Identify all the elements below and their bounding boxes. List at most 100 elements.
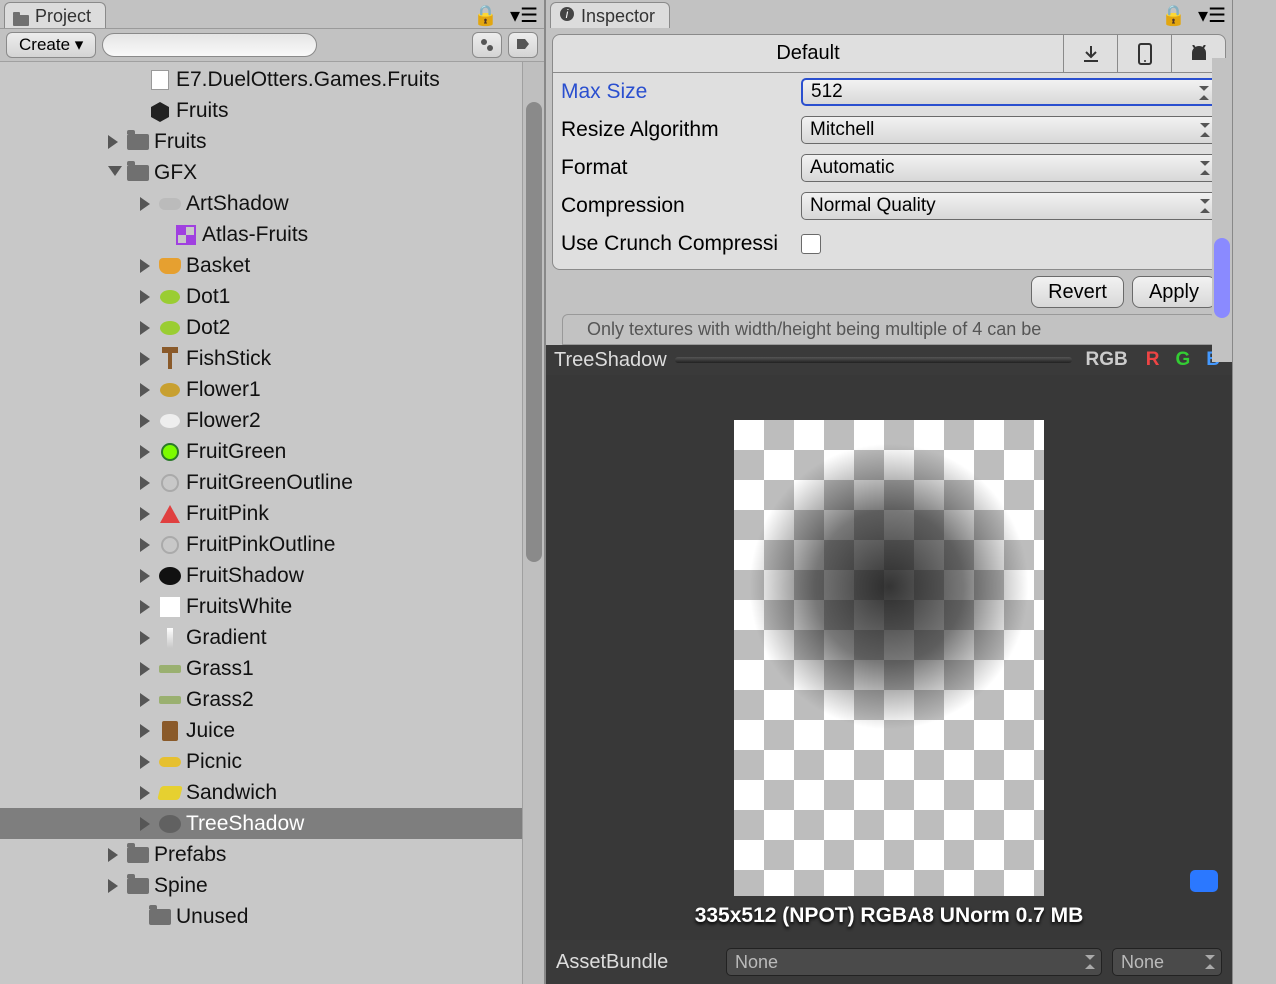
tree-item-picnic[interactable]: Picnic <box>0 746 544 777</box>
expand-arrow-icon[interactable] <box>140 476 154 490</box>
expand-arrow-icon[interactable] <box>108 166 122 180</box>
expand-arrow-icon[interactable] <box>140 817 154 831</box>
tree-item-label: FishStick <box>186 347 271 371</box>
menu-icon[interactable]: ▾☰ <box>1192 3 1232 28</box>
lock-icon[interactable]: 🔒 <box>467 3 504 28</box>
expand-arrow-icon[interactable] <box>140 631 154 645</box>
expand-arrow-icon[interactable] <box>140 290 154 304</box>
tree-item-flower1[interactable]: Flower1 <box>0 374 544 405</box>
tree-item-fruitpink[interactable]: FruitPink <box>0 498 544 529</box>
tree-item-gfx[interactable]: GFX <box>0 157 544 188</box>
assetbundle-select[interactable]: None <box>726 948 1102 976</box>
channel-g[interactable]: G <box>1171 349 1194 371</box>
platform-tab-ios[interactable] <box>1117 35 1171 72</box>
tree-item-artshadow[interactable]: ArtShadow <box>0 188 544 219</box>
tree-item-sandwich[interactable]: Sandwich <box>0 777 544 808</box>
inspector-tab[interactable]: i Inspector <box>550 2 670 28</box>
dot-icon <box>158 286 182 308</box>
asset-label-icon[interactable] <box>1190 870 1218 892</box>
expand-arrow-icon[interactable] <box>140 414 154 428</box>
expand-arrow-icon[interactable] <box>140 445 154 459</box>
platform-tab-standalone[interactable] <box>1063 35 1117 72</box>
tree-item-fruitpinkoutline[interactable]: FruitPinkOutline <box>0 529 544 560</box>
expand-arrow-icon[interactable] <box>140 197 154 211</box>
project-tab[interactable]: Project <box>4 2 106 28</box>
expand-arrow-icon[interactable] <box>140 786 154 800</box>
tree-item-fruitswhite[interactable]: FruitsWhite <box>0 591 544 622</box>
tree-item-juice[interactable]: Juice <box>0 715 544 746</box>
tree-item-fruitgreen[interactable]: FruitGreen <box>0 436 544 467</box>
tree-item-e7.duelotters.games.fruits[interactable]: E7.DuelOtters.Games.Fruits <box>0 64 544 95</box>
tree-item-basket[interactable]: Basket <box>0 250 544 281</box>
tree-item-unused[interactable]: Unused <box>0 901 544 932</box>
dot-icon <box>158 317 182 339</box>
tree-item-prefabs[interactable]: Prefabs <box>0 839 544 870</box>
scrollbar-vertical[interactable] <box>522 62 544 984</box>
expand-arrow-icon[interactable] <box>108 879 122 893</box>
expand-arrow-icon[interactable] <box>140 352 154 366</box>
compression-label: Compression <box>561 194 791 218</box>
tree-item-label: Fruits <box>176 99 229 123</box>
tree-item-grass1[interactable]: Grass1 <box>0 653 544 684</box>
tree-item-fruits[interactable]: Fruits <box>0 95 544 126</box>
filter-by-label-button[interactable] <box>508 32 538 58</box>
tree-item-label: FruitPinkOutline <box>186 533 335 557</box>
expand-arrow-icon[interactable] <box>140 600 154 614</box>
scrollbar-thumb[interactable] <box>526 102 542 562</box>
crunch-checkbox[interactable] <box>801 234 821 254</box>
tree-item-grass2[interactable]: Grass2 <box>0 684 544 715</box>
expand-arrow-icon[interactable] <box>140 724 154 738</box>
folder-icon <box>126 162 150 184</box>
tree-item-fruitshadow[interactable]: FruitShadow <box>0 560 544 591</box>
expand-arrow-icon <box>156 228 170 242</box>
menu-icon[interactable]: ▾☰ <box>504 3 544 28</box>
expand-arrow-icon[interactable] <box>140 507 154 521</box>
channel-r[interactable]: R <box>1142 349 1164 371</box>
tree-item-treeshadow[interactable]: TreeShadow <box>0 808 544 839</box>
revert-button[interactable]: Revert <box>1031 276 1124 308</box>
tree-item-label: Dot1 <box>186 285 230 309</box>
resize-select[interactable]: Mitchell <box>801 116 1217 144</box>
stick-icon <box>158 348 182 370</box>
expand-arrow-icon[interactable] <box>140 321 154 335</box>
expand-arrow-icon[interactable] <box>140 259 154 273</box>
tree-item-fruitgreenoutline[interactable]: FruitGreenOutline <box>0 467 544 498</box>
platform-tab-default[interactable]: Default <box>553 35 1063 72</box>
texture-preview[interactable]: 335x512 (NPOT) RGBA8 UNorm 0.7 MB <box>546 375 1232 940</box>
filter-by-type-button[interactable] <box>472 32 502 58</box>
rgb-toggle[interactable]: RGB <box>1080 349 1134 371</box>
tree-item-spine[interactable]: Spine <box>0 870 544 901</box>
expand-arrow-icon[interactable] <box>140 383 154 397</box>
expand-arrow-icon[interactable] <box>108 135 122 149</box>
tree-item-fishstick[interactable]: FishStick <box>0 343 544 374</box>
tree-item-atlas-fruits[interactable]: Atlas-Fruits <box>0 219 544 250</box>
expand-arrow-icon[interactable] <box>140 693 154 707</box>
preview-drag-handle[interactable] <box>675 357 1072 363</box>
tree-item-label: Atlas-Fruits <box>202 223 308 247</box>
scrollbar-thumb[interactable] <box>1214 238 1230 318</box>
inspector-tabbar: i Inspector 🔒 ▾☰ <box>546 0 1232 28</box>
tree-item-flower2[interactable]: Flower2 <box>0 405 544 436</box>
scrollbar-vertical[interactable] <box>1212 58 1232 362</box>
expand-arrow-icon[interactable] <box>140 662 154 676</box>
max-size-select[interactable]: 512 <box>801 78 1217 106</box>
assetbundle-variant-select[interactable]: None <box>1112 948 1222 976</box>
tree-item-dot2[interactable]: Dot2 <box>0 312 544 343</box>
flower2-icon <box>158 410 182 432</box>
expand-arrow-icon[interactable] <box>140 538 154 552</box>
warning-note: Only textures with width/height being mu… <box>562 314 1216 345</box>
apply-button[interactable]: Apply <box>1132 276 1216 308</box>
phone-icon <box>1138 43 1152 65</box>
tree-item-gradient[interactable]: Gradient <box>0 622 544 653</box>
search-input[interactable] <box>102 33 317 57</box>
format-select[interactable]: Automatic <box>801 154 1217 182</box>
expand-arrow-icon[interactable] <box>108 848 122 862</box>
lock-icon[interactable]: 🔒 <box>1155 3 1192 28</box>
svg-text:i: i <box>566 7 569 21</box>
expand-arrow-icon[interactable] <box>140 755 154 769</box>
compression-select[interactable]: Normal Quality <box>801 192 1217 220</box>
create-button[interactable]: Create ▾ <box>6 32 96 58</box>
tree-item-dot1[interactable]: Dot1 <box>0 281 544 312</box>
tree-item-fruits[interactable]: Fruits <box>0 126 544 157</box>
expand-arrow-icon[interactable] <box>140 569 154 583</box>
